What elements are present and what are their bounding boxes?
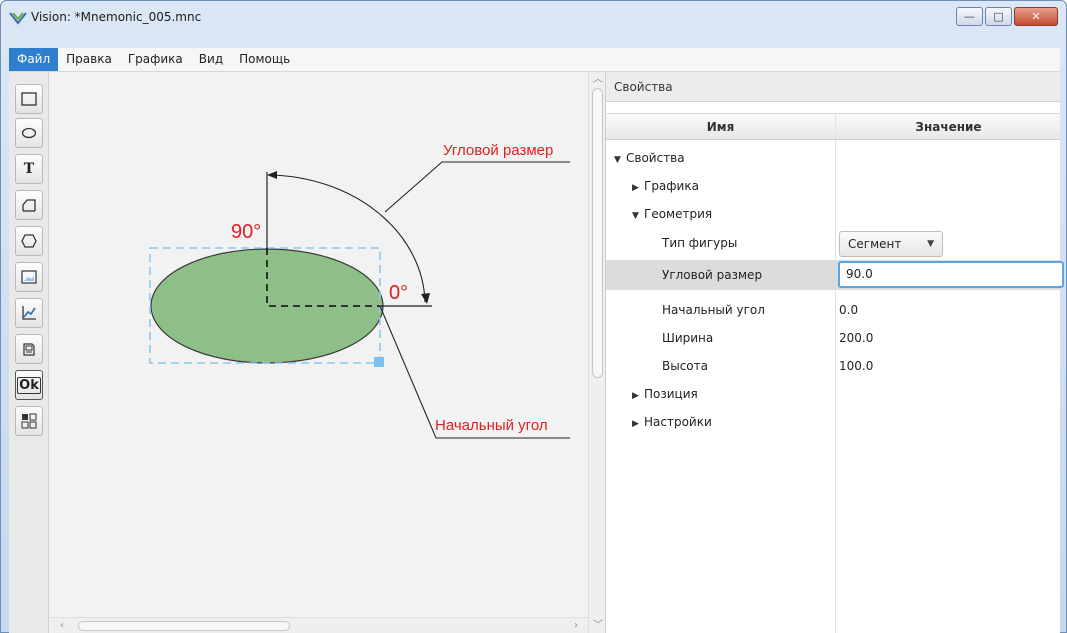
tree-row-graphics[interactable]: ▶ Графика xyxy=(606,172,1060,200)
mnemonic-drawing[interactable]: 90° 0° Угловой размер Начальный угол xyxy=(50,72,588,617)
menu-edit[interactable]: Правка xyxy=(58,48,120,71)
canvas-horizontal-scrollbar[interactable]: ‹ › xyxy=(50,617,588,633)
resize-handle[interactable] xyxy=(374,357,384,367)
title-bar[interactable]: Vision: *Mnemonic_005.mnc — □ ✕ xyxy=(1,1,1066,45)
tree-row-root[interactable]: ▼ Свойства xyxy=(606,144,1060,172)
minimize-icon: — xyxy=(964,10,975,23)
properties-panel: Свойства Имя Значение ▼ Свойства ▶ Графика… xyxy=(605,72,1064,633)
scroll-right-icon[interactable]: › xyxy=(574,620,578,632)
ellipse-icon xyxy=(21,127,37,139)
minimize-button[interactable]: — xyxy=(956,7,983,26)
property-row-start-angle[interactable]: Начальный угол 0.0 xyxy=(606,296,1060,324)
polygon-icon xyxy=(21,234,37,248)
menu-view[interactable]: Вид xyxy=(191,48,231,71)
property-label-start-angle: Начальный угол xyxy=(662,303,765,317)
polyline-tool-button[interactable] xyxy=(15,190,43,220)
device-icon xyxy=(23,343,35,356)
ellipse-tool-button[interactable] xyxy=(15,118,43,148)
client-area: T Ok 90° 0° Угловой размер Начальный уго… xyxy=(9,71,1064,633)
angle-0-label: 0° xyxy=(389,282,408,304)
image-icon xyxy=(21,270,37,284)
ok-button-icon: Ok xyxy=(17,376,41,394)
tree-row-geometry[interactable]: ▼ Геометрия xyxy=(606,200,1060,228)
horizontal-scroll-thumb[interactable] xyxy=(78,621,290,631)
callout-leader-angular xyxy=(384,161,570,213)
polyline-icon xyxy=(22,199,36,212)
expanded-triangle-icon[interactable]: ▼ xyxy=(614,146,626,174)
height-value[interactable]: 100.0 xyxy=(839,352,873,380)
arc-arrow-end xyxy=(421,293,430,304)
start-angle-value[interactable]: 0.0 xyxy=(839,296,858,324)
tree-label-geometry: Геометрия xyxy=(644,207,713,221)
tree-label-root: Свойства xyxy=(626,151,685,165)
image-tool-button[interactable] xyxy=(15,262,43,292)
menu-bar: Файл Правка Графика Вид Помощь xyxy=(9,48,1060,71)
grid-tool-button[interactable] xyxy=(15,406,43,436)
grid-icon xyxy=(21,413,37,429)
tree-row-settings[interactable]: ▶ Настройки xyxy=(606,408,1060,436)
collapsed-triangle-icon[interactable]: ▶ xyxy=(632,174,644,202)
collapsed-triangle-icon[interactable]: ▶ xyxy=(632,382,644,410)
close-icon: ✕ xyxy=(1031,10,1041,23)
property-row-angular-size[interactable]: Угловой размер 90.0 xyxy=(606,260,1064,290)
shape-type-value: Сегмент xyxy=(848,237,902,251)
text-tool-button[interactable]: T xyxy=(15,154,43,184)
ok-button-tool[interactable]: Ok xyxy=(15,370,43,400)
menu-graphics[interactable]: Графика xyxy=(120,48,191,71)
property-label-shape-type: Тип фигуры xyxy=(662,236,738,250)
properties-header: Свойства xyxy=(606,72,1060,102)
tree-row-position[interactable]: ▶ Позиция xyxy=(606,380,1060,408)
tree-label-settings: Настройки xyxy=(644,415,712,429)
chevron-down-icon: ▼ xyxy=(927,239,934,249)
chart-icon xyxy=(22,306,36,320)
polygon-tool-button[interactable] xyxy=(15,226,43,256)
drawing-canvas[interactable]: 90° 0° Угловой размер Начальный угол xyxy=(50,72,605,633)
toolbox: T Ok xyxy=(9,72,49,633)
scroll-up-icon[interactable]: ︿ xyxy=(593,74,603,86)
property-label-width: Ширина xyxy=(662,331,714,345)
column-name-header[interactable]: Имя xyxy=(606,114,835,141)
chart-tool-button[interactable] xyxy=(15,298,43,328)
shape-type-dropdown[interactable]: Сегмент ▼ xyxy=(839,231,943,257)
property-label-height: Высота xyxy=(662,359,708,373)
callout-start-angle: Начальный угол xyxy=(435,417,548,434)
angular-size-input[interactable]: 90.0 xyxy=(838,261,1064,288)
callout-angular-size: Угловой размер xyxy=(443,142,553,159)
property-row-shape-type[interactable]: Тип фигуры Сегмент ▼ xyxy=(606,229,1060,257)
window-title: Vision: *Mnemonic_005.mnc xyxy=(31,10,202,24)
property-label-angular-size: Угловой размер xyxy=(662,268,763,282)
arc-arrow-start xyxy=(267,171,277,179)
vertical-scroll-thumb[interactable] xyxy=(592,88,603,378)
expanded-triangle-icon[interactable]: ▼ xyxy=(632,202,644,230)
property-row-height[interactable]: Высота 100.0 xyxy=(606,352,1060,380)
tree-label-position: Позиция xyxy=(644,387,698,401)
collapsed-triangle-icon[interactable]: ▶ xyxy=(632,410,644,438)
property-row-width[interactable]: Ширина 200.0 xyxy=(606,324,1060,352)
menu-help[interactable]: Помощь xyxy=(231,48,298,71)
text-icon: T xyxy=(23,161,35,177)
maximize-button[interactable]: □ xyxy=(985,7,1012,26)
scroll-left-icon[interactable]: ‹ xyxy=(60,620,64,632)
tree-label-graphics: Графика xyxy=(644,179,699,193)
app-window: Vision: *Mnemonic_005.mnc — □ ✕ Файл Пра… xyxy=(0,0,1067,633)
rectangle-icon xyxy=(21,92,37,106)
maximize-icon: □ xyxy=(993,10,1004,23)
width-value[interactable]: 200.0 xyxy=(839,324,873,352)
column-value-header[interactable]: Значение xyxy=(835,114,1061,141)
properties-table-header: Имя Значение xyxy=(606,113,1061,141)
device-tool-button[interactable] xyxy=(15,334,43,364)
menu-file[interactable]: Файл xyxy=(9,48,59,71)
angle-90-label: 90° xyxy=(231,221,261,243)
canvas-vertical-scrollbar[interactable]: ︿ ﹀ xyxy=(588,72,605,633)
app-logo-icon xyxy=(9,12,27,25)
close-button[interactable]: ✕ xyxy=(1014,7,1058,26)
scroll-down-icon[interactable]: ﹀ xyxy=(593,620,603,632)
rectangle-tool-button[interactable] xyxy=(15,84,43,114)
